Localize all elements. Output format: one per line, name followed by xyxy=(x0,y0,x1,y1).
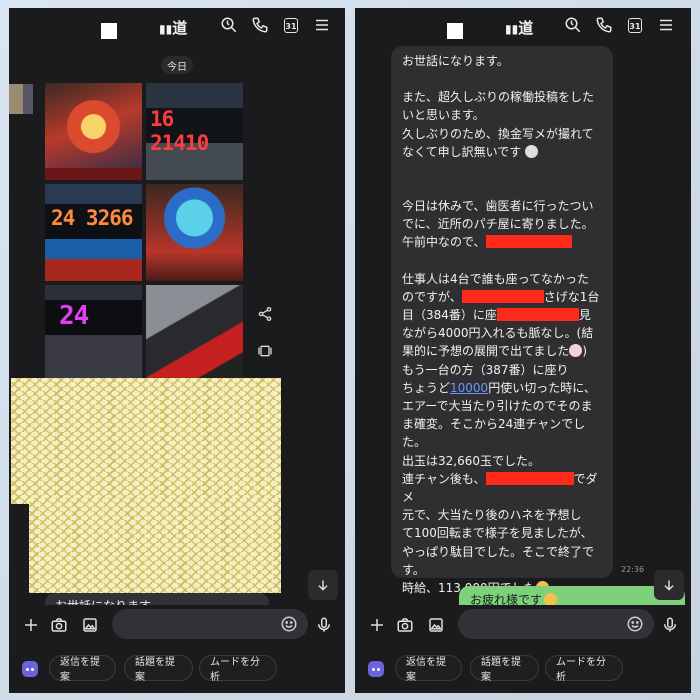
analyze-mood-chip[interactable]: ムードを分析 xyxy=(545,655,623,683)
signal-icon: ▮▮ xyxy=(159,22,173,36)
search-icon[interactable] xyxy=(562,14,584,36)
share-icon[interactable] xyxy=(254,303,276,325)
message-input-bar xyxy=(355,605,691,647)
slot-counter: 16 21410 xyxy=(150,107,209,155)
chat-header: ▮▮道 31 xyxy=(9,8,345,50)
chat-title: ▮▮道 xyxy=(159,19,188,37)
photo-grid[interactable]: 16 21410 24 3266 24 xyxy=(45,83,243,382)
scroll-down-button[interactable] xyxy=(654,570,684,600)
signal-icon: ▮▮ xyxy=(505,22,519,36)
search-icon[interactable] xyxy=(218,14,240,36)
suggest-reply-chip[interactable]: 返信を提案 xyxy=(49,655,116,683)
number-link[interactable]: 10000 xyxy=(450,381,488,395)
message-input-bar xyxy=(9,605,345,647)
ai-suggestion-bar: 返信を提案 話題を提案 ムードを分析 xyxy=(9,648,345,693)
redaction-mark xyxy=(461,289,544,303)
phone-icon[interactable] xyxy=(249,14,271,36)
menu-icon[interactable] xyxy=(311,14,333,36)
mic-icon[interactable] xyxy=(658,613,682,637)
camera-icon[interactable] xyxy=(47,613,71,637)
chat-header: ▮▮道 31 xyxy=(355,8,691,50)
ai-suggestion-bar: 返信を提案 話題を提案 ムードを分析 xyxy=(355,648,691,693)
edge-photo-fragment xyxy=(9,84,23,114)
camera-icon[interactable] xyxy=(393,613,417,637)
photo-thumbnail[interactable] xyxy=(146,285,243,382)
calendar-icon[interactable]: 31 xyxy=(624,14,646,36)
photo-thumbnail[interactable] xyxy=(45,83,142,180)
edge-photo-fragment xyxy=(23,84,33,114)
message-bubble[interactable]: お世話になります。 また、超久しぶりの稼働投稿をした いと思います。 久しぶりの… xyxy=(391,46,613,595)
message-timestamp: 22:36 xyxy=(621,565,645,574)
suggest-topic-chip[interactable]: 話題を提案 xyxy=(124,655,193,683)
mic-icon[interactable] xyxy=(312,613,336,637)
censor-overlay xyxy=(29,498,281,593)
emoji-icon[interactable] xyxy=(279,614,299,634)
photo-thumbnail[interactable]: 16 21410 xyxy=(146,83,243,180)
right-chat-screen: ▮▮道 31 お世話になります。 また、超久しぶりの稼働投稿をした いと思います… xyxy=(355,8,691,693)
plus-icon[interactable] xyxy=(365,613,389,637)
censor-overlay xyxy=(11,378,281,504)
image-icon[interactable] xyxy=(78,613,102,637)
phone-icon[interactable] xyxy=(593,14,615,36)
redaction-mark xyxy=(485,235,572,249)
calendar-icon[interactable]: 31 xyxy=(280,14,302,36)
redaction-mark xyxy=(496,308,579,322)
image-icon[interactable] xyxy=(424,613,448,637)
avatar[interactable] xyxy=(101,23,117,39)
ai-sparkle-icon[interactable] xyxy=(368,661,384,677)
avatar[interactable] xyxy=(447,23,463,39)
ai-sparkle-icon[interactable] xyxy=(22,661,38,677)
plus-icon[interactable] xyxy=(19,613,43,637)
scroll-down-button[interactable] xyxy=(308,570,338,600)
analyze-mood-chip[interactable]: ムードを分析 xyxy=(199,655,277,683)
left-chat-screen: ▮▮道 31 今日 16 21410 24 3266 24 返信を提案 話題を提… xyxy=(9,8,345,693)
emoji-icon[interactable] xyxy=(625,614,645,634)
photo-thumbnail[interactable] xyxy=(146,184,243,281)
suggest-topic-chip[interactable]: 話題を提案 xyxy=(470,655,539,683)
menu-icon[interactable] xyxy=(655,14,677,36)
photo-thumbnail[interactable]: 24 3266 xyxy=(45,184,142,281)
date-separator: 今日 xyxy=(161,56,193,74)
sad-emoji-icon xyxy=(525,144,539,158)
suggest-reply-chip[interactable]: 返信を提案 xyxy=(395,655,462,683)
rabbit-emoji-icon xyxy=(569,344,583,358)
chat-title: ▮▮道 xyxy=(505,19,534,37)
slot-counter: 24 xyxy=(59,301,89,331)
slideshow-icon[interactable] xyxy=(254,340,276,362)
photo-thumbnail[interactable]: 24 xyxy=(45,285,142,382)
redaction-mark xyxy=(485,471,574,485)
slot-counter: 24 3266 xyxy=(51,206,134,230)
